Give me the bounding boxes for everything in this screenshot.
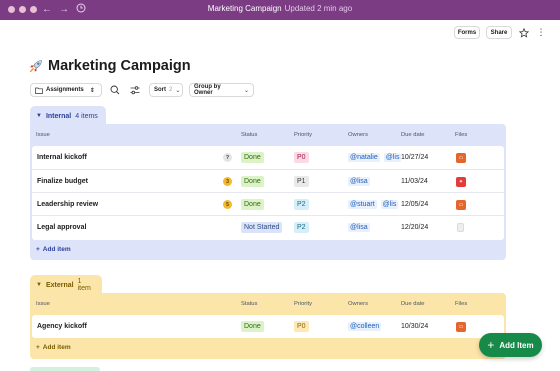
column-header-status[interactable]: Status: [241, 293, 257, 315]
add-item-fab[interactable]: + Add Item: [479, 333, 542, 357]
column-header-issue[interactable]: Issue: [36, 293, 50, 315]
table-row[interactable]: Internal kickoff ? Done P0 @natalie @lis…: [32, 146, 504, 169]
window-title: Marketing Campaign Updated 2 min ago: [0, 4, 560, 13]
status-badge[interactable]: Done: [241, 199, 264, 210]
collapse-triangle-icon[interactable]: ▼: [36, 282, 42, 288]
slides-file-icon[interactable]: ▭: [456, 152, 466, 163]
column-header-due-date[interactable]: Due date: [401, 124, 425, 146]
comment-count-badge[interactable]: ?: [223, 153, 232, 162]
section-name: Internal: [45, 112, 72, 120]
group-by-button[interactable]: Group by Owner ⌄: [189, 83, 254, 97]
section-name: External: [45, 281, 74, 289]
owner-mention[interactable]: @colleen: [348, 322, 382, 331]
folder-icon: [35, 87, 43, 94]
more-options-icon[interactable]: ⋮: [535, 26, 547, 39]
issue-title[interactable]: Internal kickoff: [37, 146, 87, 169]
page-header: Marketing Campaign: [28, 58, 191, 74]
due-date[interactable]: 12/05/24: [401, 193, 428, 216]
plus-icon: +: [36, 246, 40, 253]
issue-title[interactable]: Leadership review: [37, 193, 98, 216]
owner-mention[interactable]: @lis: [383, 153, 402, 162]
table-row[interactable]: Finalize budget 3 Done P1 @lisa 11/03/24…: [32, 169, 504, 192]
table-body: Agency kickoff Done P0 @colleen 10/30/24…: [32, 315, 504, 338]
add-item-button-internal[interactable]: + Add item: [36, 246, 71, 253]
add-item-label: Add item: [42, 344, 71, 351]
column-header-due-date[interactable]: Due date: [401, 293, 425, 315]
search-icon[interactable]: [108, 83, 122, 97]
owner-mention[interactable]: @lisa: [348, 223, 370, 232]
owner-mention[interactable]: @natalie: [348, 153, 380, 162]
slides-file-icon[interactable]: ▭: [456, 321, 466, 332]
pdf-file-icon[interactable]: ✦: [456, 176, 466, 187]
priority-badge[interactable]: P2: [294, 222, 309, 233]
table-row[interactable]: Leadership review 5 Done P2 @stuart @lis…: [32, 192, 504, 215]
status-badge[interactable]: Done: [241, 152, 264, 163]
forms-button[interactable]: Forms: [454, 26, 480, 39]
add-item-label: Add item: [42, 246, 71, 253]
section-external: Issue Status Priority Owners Due date Fi…: [30, 293, 506, 359]
page-title: Marketing Campaign: [48, 58, 191, 74]
issue-title[interactable]: Finalize budget: [37, 170, 88, 193]
share-button[interactable]: Share: [486, 26, 512, 39]
view-selector-button[interactable]: Assignments ⇕: [30, 83, 102, 97]
section-internal: Issue Status Priority Owners Due date Fi…: [30, 124, 506, 260]
next-section-hint: [30, 367, 100, 371]
table-body: Internal kickoff ? Done P0 @natalie @lis…: [32, 146, 504, 240]
plus-icon: +: [487, 338, 495, 352]
due-date[interactable]: 12/20/24: [401, 216, 428, 239]
view-selector-label: Assignments: [46, 87, 84, 93]
sort-count: 2: [169, 87, 173, 93]
chevron-down-icon: ⌄: [175, 87, 181, 94]
comment-count-badge[interactable]: 5: [223, 200, 232, 209]
owner-mention[interactable]: @lis: [380, 200, 399, 209]
star-icon[interactable]: [518, 26, 530, 39]
fab-label: Add Item: [499, 340, 534, 350]
status-badge[interactable]: Done: [241, 321, 264, 332]
status-badge[interactable]: Done: [241, 176, 264, 187]
sort-button[interactable]: Sort 2 ⌄: [149, 83, 183, 97]
due-date[interactable]: 10/27/24: [401, 146, 428, 169]
due-date[interactable]: 10/30/24: [401, 315, 428, 338]
column-header-issue[interactable]: Issue: [36, 124, 50, 146]
comment-count-badge[interactable]: 3: [223, 177, 232, 186]
priority-badge[interactable]: P1: [294, 176, 309, 187]
chevron-down-icon: ⌄: [243, 87, 249, 94]
column-header-files[interactable]: Files: [455, 124, 467, 146]
section-count: 4 items: [75, 112, 98, 120]
column-header-priority[interactable]: Priority: [294, 293, 312, 315]
column-header-files[interactable]: Files: [455, 293, 467, 315]
table-row[interactable]: Legal approval Not Started P2 @lisa 12/2…: [32, 215, 504, 238]
priority-badge[interactable]: P0: [294, 152, 309, 163]
window-title-text: Marketing Campaign: [207, 4, 282, 13]
priority-badge[interactable]: P0: [294, 321, 309, 332]
column-header-status[interactable]: Status: [241, 124, 257, 146]
column-header-owners[interactable]: Owners: [348, 293, 368, 315]
add-item-button-external[interactable]: + Add item: [36, 344, 71, 351]
rocket-icon: [29, 60, 42, 73]
owner-mention[interactable]: @stuart: [348, 200, 377, 209]
priority-badge[interactable]: P2: [294, 199, 309, 210]
sort-label: Sort: [154, 87, 166, 93]
slides-file-icon[interactable]: ▭: [456, 199, 466, 210]
due-date[interactable]: 11/03/24: [401, 170, 428, 193]
issue-title[interactable]: Agency kickoff: [37, 315, 87, 338]
column-header-owners[interactable]: Owners: [348, 124, 368, 146]
empty-file-icon[interactable]: [457, 223, 464, 232]
table-row[interactable]: Agency kickoff Done P0 @colleen 10/30/24…: [32, 315, 504, 338]
chevron-updown-icon: ⇕: [89, 87, 95, 94]
filter-sliders-icon[interactable]: [128, 83, 142, 97]
section-count: 1 item: [77, 278, 91, 292]
window-updated-text: Updated 2 min ago: [284, 4, 353, 13]
issue-title[interactable]: Legal approval: [37, 216, 86, 239]
section-tab-internal[interactable]: ▼ Internal 4 items: [30, 106, 106, 126]
collapse-triangle-icon[interactable]: ▼: [36, 113, 42, 119]
section-tab-external[interactable]: ▼ External 1 item: [30, 275, 102, 295]
owner-mention[interactable]: @lisa: [348, 177, 370, 186]
plus-icon: +: [36, 344, 40, 351]
status-badge[interactable]: Not Started: [241, 222, 283, 233]
window-titlebar: ← → Marketing Campaign Updated 2 min ago: [0, 0, 560, 20]
column-header-priority[interactable]: Priority: [294, 124, 312, 146]
group-by-label: Group by Owner: [194, 84, 221, 96]
